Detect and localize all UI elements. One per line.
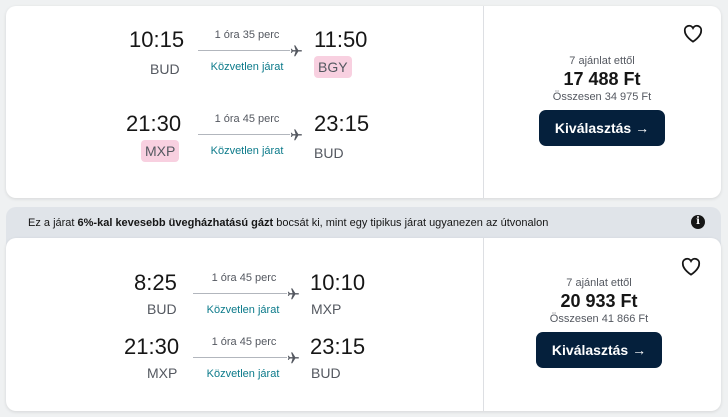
depart-time: 21:30: [124, 334, 180, 359]
eco-result-wrapper: Ez a járat 6%-kal kevesebb üvegházhatású…: [6, 207, 721, 411]
flight-duration: 1 óra 45 perc: [211, 272, 277, 284]
card-divider: [483, 238, 484, 411]
route-line: [198, 134, 290, 135]
total-price: Összesen 41 866 Ft: [549, 313, 649, 325]
plane-icon: [290, 129, 302, 141]
eco-banner-suffix: bocsát ki, mint egy tipikus járat ugyane…: [273, 217, 549, 229]
stops-label: Közvetlen járat: [210, 61, 284, 73]
plane-icon: [287, 352, 299, 364]
stops-label: Közvetlen járat: [206, 368, 280, 380]
price: 17 488 Ft: [563, 69, 641, 89]
depart-airport: MXP: [147, 365, 178, 381]
route-line: [193, 293, 287, 294]
select-button[interactable]: Kiválasztás →: [535, 332, 663, 368]
depart-airport: BUD: [147, 301, 177, 317]
arrive-airport: BUD: [314, 145, 344, 161]
heart-icon[interactable]: [682, 23, 704, 43]
depart-airport: BUD: [150, 61, 180, 77]
flight-result-card[interactable]: 10:15 BUD 1 óra 35 perc Közvetlen járat …: [6, 6, 721, 198]
heart-icon[interactable]: [680, 256, 702, 276]
price: 20 933 Ft: [560, 291, 638, 311]
route-line: [198, 50, 290, 51]
select-button[interactable]: Kiválasztás →: [538, 110, 666, 146]
eco-banner-highlight: 6%-kal kevesebb üvegházhatású gázt: [77, 217, 274, 229]
price-panel: 7 ajánlat ettől 20 933 Ft Összesen 41 86…: [523, 276, 675, 368]
flight-duration: 1 óra 45 perc: [211, 336, 277, 348]
arrive-time: 11:50: [314, 27, 368, 52]
route-line: [193, 357, 287, 358]
eco-banner-prefix: Ez a járat: [28, 217, 78, 229]
card-divider: [483, 6, 484, 198]
arrive-time: 23:15: [314, 111, 370, 136]
price-panel: 7 ajánlat ettől 17 488 Ft Összesen 34 97…: [526, 54, 678, 146]
depart-time: 8:25: [134, 270, 177, 295]
depart-airport: MXP: [141, 140, 180, 162]
arrive-time: 10:10: [310, 270, 366, 295]
flight-duration: 1 óra 35 perc: [214, 29, 280, 41]
flight-duration: 1 óra 45 perc: [214, 113, 280, 125]
eco-banner: Ez a járat 6%-kal kevesebb üvegházhatású…: [28, 214, 707, 232]
offers-count: 7 ajánlat ettől: [569, 55, 635, 67]
depart-time: 21:30: [126, 111, 182, 136]
stops-label: Közvetlen járat: [210, 145, 284, 157]
plane-icon: [290, 45, 302, 57]
arrive-airport: BGY: [314, 56, 352, 78]
plane-icon: [287, 288, 299, 300]
arrive-airport: BUD: [311, 365, 341, 381]
flight-result-card[interactable]: 8:25 BUD 1 óra 45 perc Közvetlen járat 1…: [6, 238, 721, 411]
info-icon[interactable]: i: [691, 215, 705, 229]
total-price: Összesen 34 975 Ft: [552, 91, 652, 103]
stops-label: Közvetlen járat: [206, 304, 280, 316]
arrive-airport: MXP: [311, 301, 342, 317]
arrive-time: 23:15: [310, 334, 366, 359]
depart-time: 10:15: [129, 27, 185, 52]
offers-count: 7 ajánlat ettől: [566, 277, 632, 289]
